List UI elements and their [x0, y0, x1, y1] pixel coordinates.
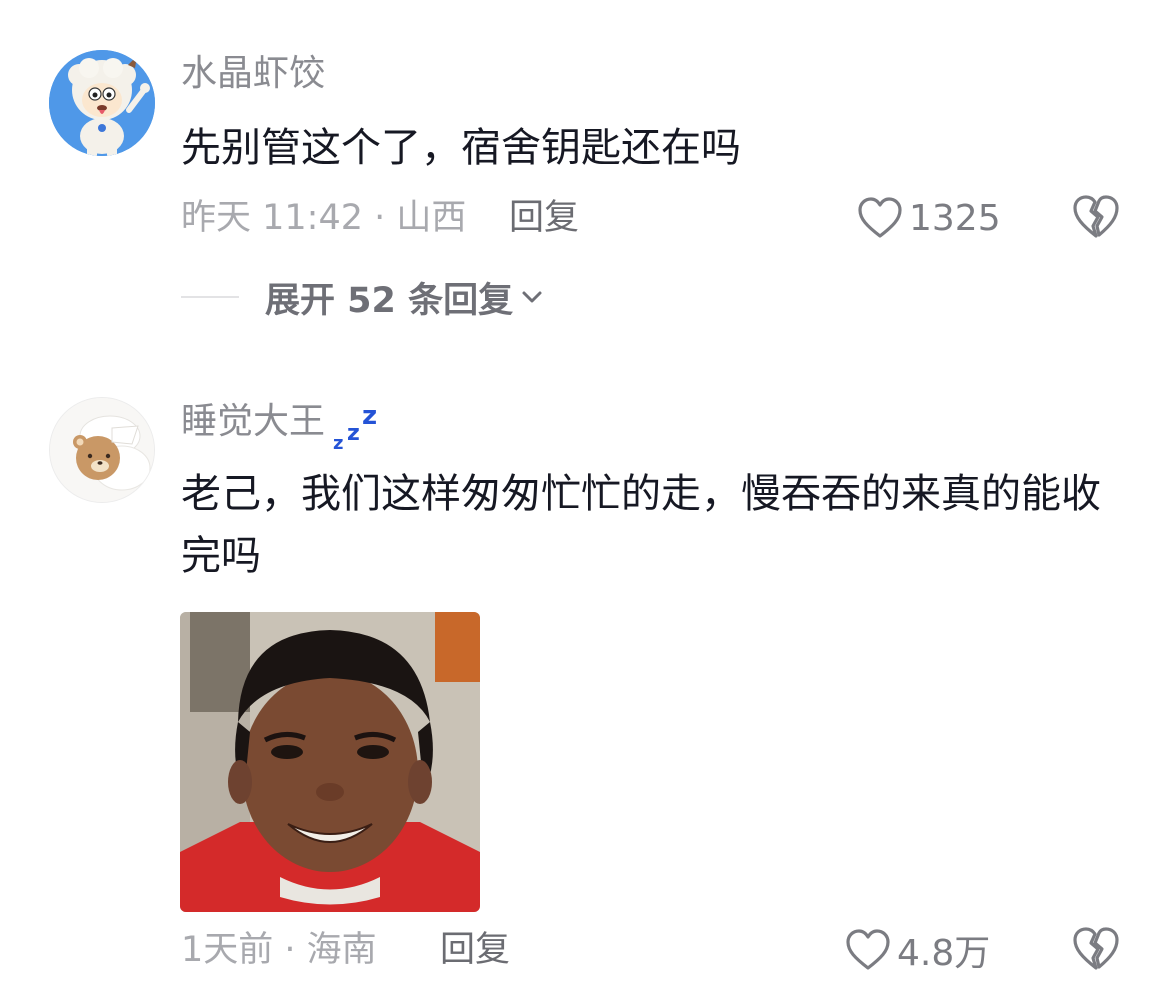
avatar[interactable]	[49, 397, 155, 503]
comment-item: 睡觉大王 z z z 老己，我们这样匆匆忙忙的走，慢吞吞的来真的能收完吗 1天前 · …	[0, 0, 1169, 993]
comment-username-text: 睡觉大王	[181, 401, 326, 442]
broken-heart-icon	[1073, 927, 1119, 970]
like-count: 4.8万	[897, 933, 991, 974]
bear-avatar-image	[50, 398, 154, 502]
smiling-boy-image	[180, 612, 480, 912]
reply-button[interactable]: 回复	[440, 928, 510, 972]
like-button[interactable]: 4.8万	[845, 925, 990, 975]
heart-outline-icon	[846, 929, 890, 970]
comment-timestamp-location: 1天前 · 海南	[181, 930, 377, 970]
dislike-button[interactable]	[1072, 925, 1120, 973]
comment-username[interactable]: 睡觉大王 z z z	[181, 400, 381, 454]
sleep-zzz-icon: zzz	[333, 401, 378, 454]
comment-text: 老己，我们这样匆匆忙忙的走，慢吞吞的来真的能收完吗	[181, 471, 1101, 579]
comment-image[interactable]	[180, 612, 480, 912]
